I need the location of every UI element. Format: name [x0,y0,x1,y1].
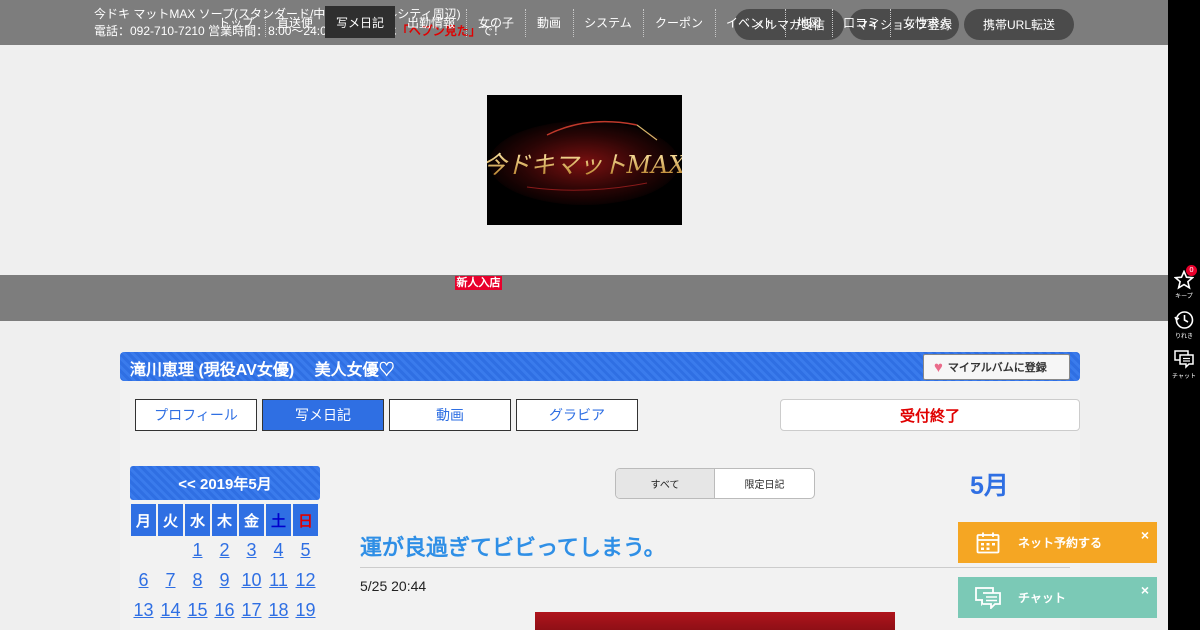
diary-photo[interactable] [535,612,895,630]
rail-chat[interactable]: チャット [1168,350,1200,380]
nav-coupon[interactable]: クーポン [645,6,713,38]
nav-divider [573,9,574,37]
heart-plus-icon: ♥ [934,358,943,376]
rail-keep-label: キープ [1175,294,1193,300]
diary-month: 5月 [970,472,1009,500]
nav-divider [832,9,833,37]
weekday-mon: 月 [131,504,156,536]
nav-girls[interactable]: 女の子 [468,6,524,38]
shop-logo[interactable]: 今ドキマットMAX [487,95,682,225]
calendar-day[interactable]: 2 [212,540,237,562]
main-nav [0,275,1168,321]
nav-divider [643,9,644,37]
chat-button[interactable]: チャット × [958,577,1157,618]
divider [360,567,1070,568]
diary-entry-time: 5/25 20:44 [360,578,427,594]
nav-divider [715,9,716,37]
nav-top[interactable]: トップ [208,6,264,38]
nav-recruit[interactable]: 女性求人 [892,6,962,38]
nav-divider [466,9,467,37]
keep-count-badge: 0 [1186,265,1197,276]
calendar-day[interactable]: 13 [131,600,156,622]
weekday-fri: 金 [239,504,264,536]
close-chat-button[interactable]: × [1141,582,1149,598]
close-reserve-button[interactable]: × [1141,527,1149,543]
calendar-day[interactable]: 11 [266,570,291,592]
nav-direct-mail[interactable]: 直送便 [268,6,322,38]
calendar-day[interactable]: 6 [131,570,156,592]
side-rail: 0 キープ りれき チャット [1168,0,1200,630]
nav-event[interactable]: イベント [717,6,783,38]
nav-divider [265,9,266,37]
calendar-day[interactable]: 16 [212,600,237,622]
nav-photo-diary[interactable]: 写メ日記 [325,6,395,38]
tab-photo-diary[interactable]: 写メ日記 [262,399,384,431]
logo-text: 今ドキマットMAX [487,151,682,179]
album-button-label: マイアルバムに登録 [947,362,1047,374]
calendar-day[interactable]: 15 [185,600,210,622]
nav-divider [785,9,786,37]
weekday-tue: 火 [158,504,183,536]
diary-filter: すべて 限定日記 [615,468,815,499]
calendar-day[interactable]: 12 [293,570,318,592]
calendar-day[interactable]: 3 [239,540,264,562]
calendar-prev-month-button[interactable]: << 2019年5月 [130,466,320,500]
tab-gravure[interactable]: グラビア [516,399,638,431]
new-girl-badge: 新人入店 [455,276,502,290]
weekday-thu: 木 [212,504,237,536]
nav-system[interactable]: システム [575,6,641,38]
calendar-day[interactable]: 5 [293,540,318,562]
calendar-icon [958,532,1018,554]
logo-image: 今ドキマットMAX [487,95,682,225]
mobile-url-button[interactable]: 携帯URL転送 [964,9,1074,40]
calendar-day[interactable]: 9 [212,570,237,592]
calendar-day[interactable]: 4 [266,540,291,562]
calendar-day[interactable]: 7 [158,570,183,592]
weekday-sun: 日 [293,504,318,536]
add-to-album-button[interactable]: ♥ マイアルバムに登録 [923,354,1070,380]
chat-icon [1174,350,1194,369]
calendar-day[interactable]: 17 [239,600,264,622]
diary-entry-title[interactable]: 運が良過ぎてビビってしまう。 [360,530,666,562]
calendar-day[interactable]: 10 [239,570,264,592]
rail-chat-label: チャット [1172,374,1196,380]
filter-all[interactable]: すべて [616,469,715,498]
calendar-day[interactable]: 14 [158,600,183,622]
rail-keep[interactable]: 0 キープ [1168,265,1200,300]
weekday-wed: 水 [185,504,210,536]
girl-name: 滝川恵理 (現役AV女優) 美人女優♡ [130,362,395,379]
net-reservation-button[interactable]: ネット予約する × [958,522,1157,563]
filter-limited[interactable]: 限定日記 [715,469,814,498]
tab-video[interactable]: 動画 [389,399,511,431]
tab-profile[interactable]: プロフィール [135,399,257,431]
chat-icon [958,586,1018,609]
reception-status: 受付終了 [780,399,1080,431]
chat-label: チャット [1018,591,1066,605]
rail-history-label: りれき [1174,334,1193,340]
calendar-day[interactable]: 19 [293,600,318,622]
calendar-day[interactable]: 1 [185,540,210,562]
nav-schedule[interactable]: 出勤情報 [397,6,465,38]
reserve-label: ネット予約する [1018,536,1103,550]
nav-divider [525,9,526,37]
rail-history[interactable]: りれき [1168,310,1200,340]
calendar-day[interactable]: 18 [266,600,291,622]
nav-video[interactable]: 動画 [527,6,571,38]
history-icon [1174,311,1194,329]
nav-map[interactable]: 地図 [787,6,831,38]
nav-reviews[interactable]: 口コミ [834,6,888,38]
weekday-sat: 土 [266,504,291,536]
nav-divider [890,9,891,37]
calendar-day[interactable]: 8 [185,570,210,592]
